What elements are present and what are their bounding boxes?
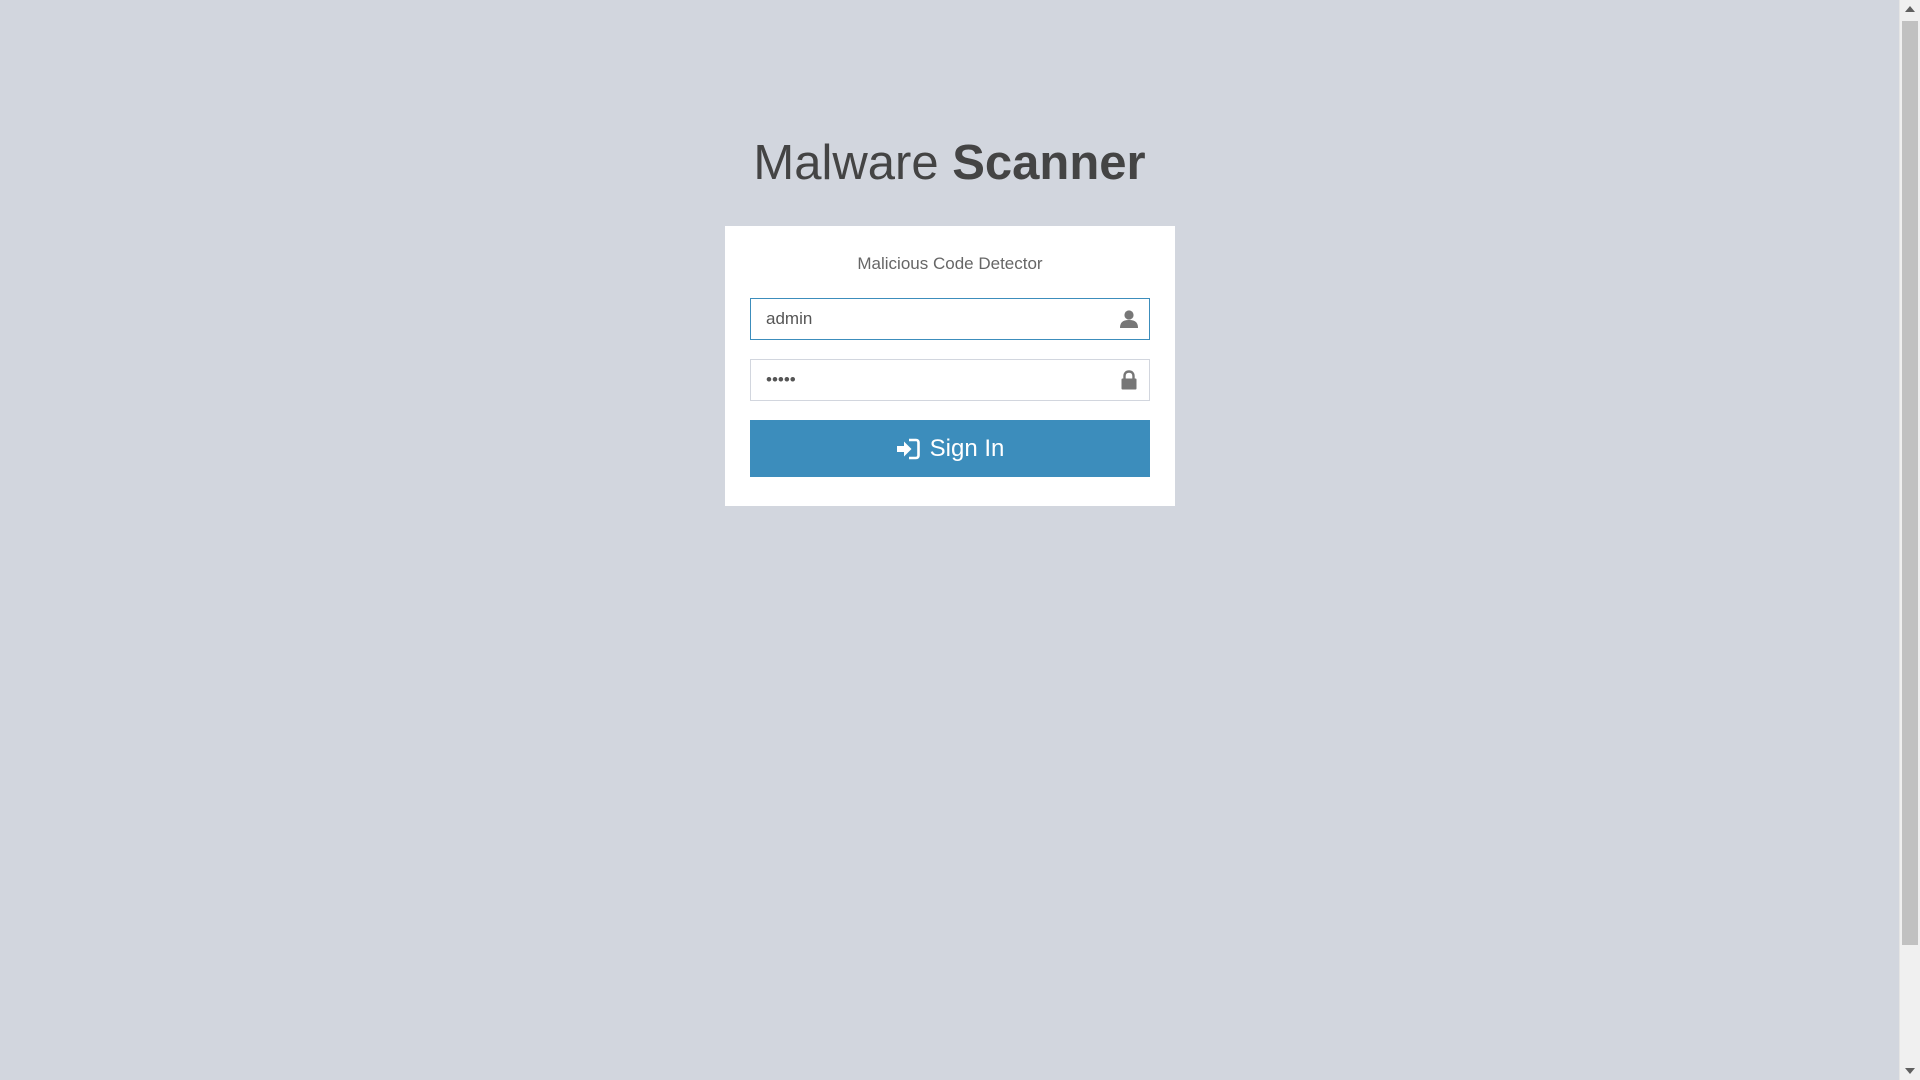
login-box: Malicious Code Detector admin ••••• Sign… [725, 226, 1175, 506]
scroll-down-icon[interactable] [1905, 1068, 1915, 1074]
user-icon [1118, 308, 1140, 330]
logo-light-text: Malware [753, 136, 953, 190]
password-input[interactable] [750, 359, 1150, 401]
scroll-up-icon[interactable] [1905, 6, 1915, 12]
sign-in-label: Sign In [929, 434, 1005, 462]
logo-bold-text: Scanner [952, 136, 1146, 190]
password-group [750, 359, 1150, 401]
login-page: Malware Scanner Malicious Code Detector [0, 0, 1920, 1080]
vertical-scrollbar[interactable] [1899, 0, 1920, 1080]
login-box-message: Malicious Code Detector [857, 254, 1043, 273]
sign-in-icon [896, 438, 920, 460]
sign-in-button[interactable]: Sign In [750, 420, 1150, 477]
username-group [750, 298, 1150, 340]
lock-icon [1118, 369, 1140, 391]
username-input[interactable] [750, 298, 1150, 340]
app-logo: Malware Scanner [0, 132, 1899, 194]
scroll-thumb[interactable] [1902, 21, 1918, 945]
